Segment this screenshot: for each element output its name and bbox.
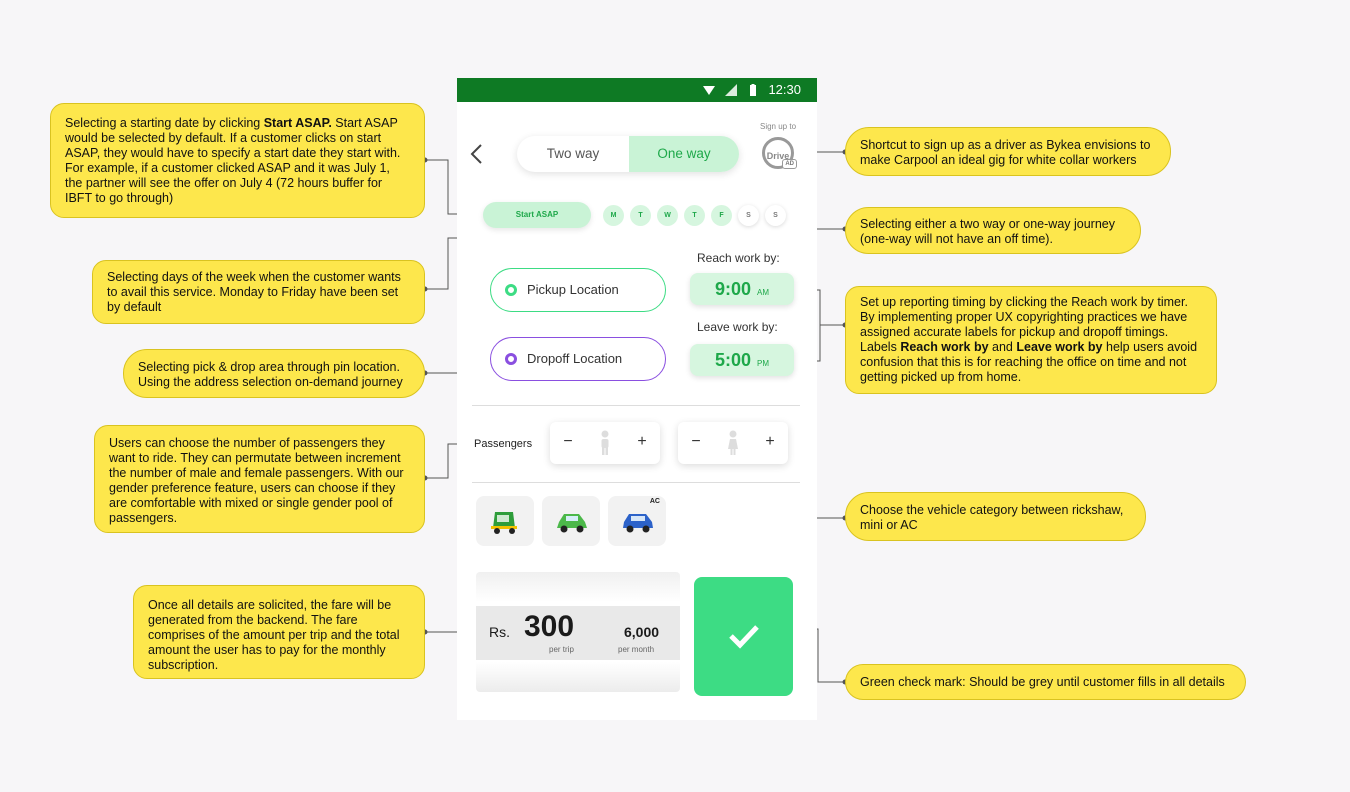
day-tuesday[interactable]: T	[630, 205, 651, 226]
note-passengers: Users can choose the number of passenger…	[94, 425, 425, 533]
driver-signup-shortcut[interactable]: Sign up to Drive AD	[754, 122, 802, 169]
day-sunday[interactable]: S	[765, 205, 786, 226]
female-plus-button[interactable]: +	[760, 430, 780, 454]
signup-label: Sign up to	[759, 122, 797, 131]
pickup-location-field[interactable]: Pickup Location	[490, 268, 666, 312]
vehicle-rickshaw[interactable]	[476, 496, 534, 546]
mini-car-icon	[557, 514, 587, 533]
status-time: 12:30	[768, 82, 801, 97]
fare-card: Rs. 300 per trip 6,000 per month	[476, 572, 680, 692]
fare-currency: Rs.	[489, 624, 510, 640]
confirm-button[interactable]	[694, 577, 793, 696]
status-bar: 12:30	[457, 78, 817, 102]
wifi-icon	[703, 86, 715, 95]
pickup-location-label: Pickup Location	[527, 282, 619, 297]
note-start-asap: Selecting a starting date by clicking St…	[50, 103, 425, 218]
signal-icon	[725, 84, 737, 96]
note-check-mark: Green check mark: Should be grey until c…	[845, 664, 1246, 700]
male-person-icon	[601, 430, 609, 455]
fare-per-trip-label: per trip	[549, 645, 574, 654]
leave-time-ampm: PM	[757, 359, 770, 368]
ac-tag: AC	[649, 498, 660, 505]
tab-one-way[interactable]: One way	[629, 136, 739, 172]
reach-time-value: 9:00	[714, 279, 752, 299]
pickup-pin-icon	[505, 284, 517, 296]
female-person-icon	[728, 430, 738, 455]
note-days: Selecting days of the week when the cust…	[92, 260, 425, 324]
journey-toggle: Two way One way	[517, 136, 739, 172]
back-arrow-icon[interactable]	[469, 142, 485, 173]
note-journey-type: Selecting either a two way or one-way jo…	[845, 207, 1141, 254]
day-wednesday[interactable]: W	[657, 205, 678, 226]
drive-badge-icon: Drive AD	[762, 137, 797, 169]
fare-per-trip-amount: 300	[524, 610, 575, 643]
tab-two-way[interactable]: Two way	[517, 136, 629, 172]
female-passenger-stepper: − +	[678, 422, 788, 464]
ac-car-icon	[623, 514, 653, 533]
dropoff-location-label: Dropoff Location	[527, 351, 623, 366]
day-friday[interactable]: F	[711, 205, 732, 226]
rickshaw-icon	[491, 512, 517, 534]
male-passenger-stepper: − +	[550, 422, 660, 464]
note-pin-location: Selecting pick & drop area through pin l…	[123, 349, 425, 398]
fare-band: Rs. 300 per trip 6,000 per month	[476, 606, 680, 660]
leave-work-timer[interactable]: 5:00 PM	[690, 344, 794, 376]
check-icon	[729, 625, 759, 649]
leave-time-value: 5:00	[714, 350, 752, 370]
fare-per-month-label: per month	[618, 645, 655, 654]
male-plus-button[interactable]: +	[632, 430, 652, 454]
female-minus-button[interactable]: −	[686, 430, 706, 454]
note-driver-signup: Shortcut to sign up as a driver as Bykea…	[845, 127, 1171, 176]
male-minus-button[interactable]: −	[558, 430, 578, 454]
divider	[472, 482, 800, 483]
phone-screen: 12:30 Two way One way Sign up to Drive A…	[457, 78, 817, 720]
ad-tag: AD	[782, 159, 797, 169]
vehicle-ac[interactable]: AC	[608, 496, 666, 546]
vehicle-mini[interactable]	[542, 496, 600, 546]
fare-per-month-amount: 6,000	[624, 624, 660, 640]
dropoff-location-field[interactable]: Dropoff Location	[490, 337, 666, 381]
day-thursday[interactable]: T	[684, 205, 705, 226]
day-saturday[interactable]: S	[738, 205, 759, 226]
divider	[472, 405, 800, 406]
reach-work-label: Reach work by:	[697, 251, 780, 265]
passengers-label: Passengers	[474, 438, 533, 450]
leave-work-label: Leave work by:	[697, 320, 778, 334]
note-vehicle: Choose the vehicle category between rick…	[845, 492, 1146, 541]
note-timer: Set up reporting timing by clicking the …	[845, 286, 1217, 394]
start-asap-button[interactable]: Start ASAP	[483, 202, 591, 228]
day-monday[interactable]: M	[603, 205, 624, 226]
dropoff-pin-icon	[505, 353, 517, 365]
reach-work-timer[interactable]: 9:00 AM	[690, 273, 794, 305]
battery-icon	[750, 84, 756, 96]
reach-time-ampm: AM	[757, 288, 770, 297]
note-fare: Once all details are solicited, the fare…	[133, 585, 425, 679]
